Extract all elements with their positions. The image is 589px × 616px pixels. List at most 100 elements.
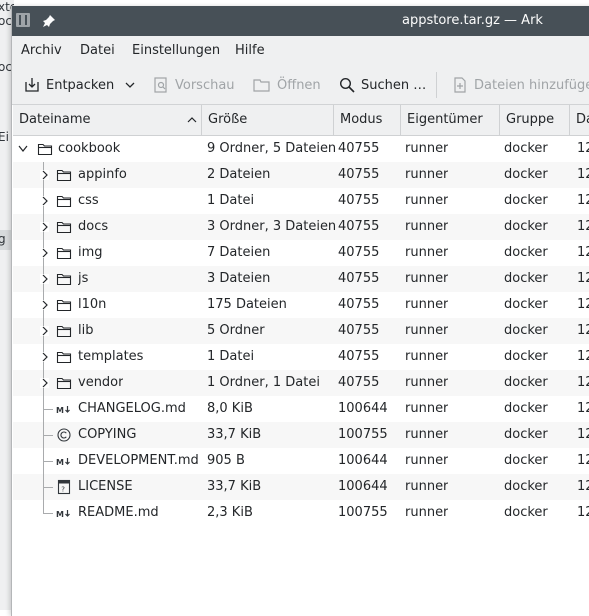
tree-row-docs[interactable]: docs 3 Ordner, 3 Dateien 40755 runner docker…	[13, 214, 589, 240]
toolbar: Entpacken Vorschau Öffnen Suchen … Datei…	[12, 66, 589, 105]
row-group: docker	[504, 297, 548, 312]
row-date: 12	[577, 167, 589, 182]
tree-row-js[interactable]: js 3 Dateien 40755 runner docker 12	[13, 266, 589, 292]
chevron-right-icon[interactable]	[38, 240, 50, 266]
tree-row-templates[interactable]: templates 1 Datei 40755 runner docker 12	[13, 344, 589, 370]
column-header-name[interactable]: Dateiname	[13, 105, 202, 135]
tree-row-vendor[interactable]: vendor 1 Ordner, 1 Datei 40755 runner docker…	[13, 370, 589, 396]
row-mode: 40755	[338, 245, 380, 260]
menu-archiv[interactable]: Archiv	[21, 43, 62, 58]
row-group: docker	[504, 505, 548, 520]
row-group: docker	[504, 427, 548, 442]
tree-row-development-md[interactable]: M DEVELOPMENT.md 905 B 100644 runner docker 12	[13, 448, 589, 474]
tree-row-appinfo[interactable]: appinfo 2 Dateien 40755 runner docker 12	[13, 162, 589, 188]
row-name: CHANGELOG.md	[78, 401, 186, 416]
chevron-down-icon[interactable]	[17, 136, 29, 162]
tree-row-lib[interactable]: lib 5 Ordner 40755 runner docker 12	[13, 318, 589, 344]
row-date: 12	[577, 375, 589, 390]
folder-icon	[56, 377, 72, 390]
open-button[interactable]: Öffnen	[253, 66, 321, 104]
tree-row-license[interactable]: ? LICENSE 33,7 KiB 100644 runner docker 12	[13, 474, 589, 500]
row-size: 7 Dateien	[207, 245, 271, 260]
row-name: vendor	[78, 375, 124, 390]
row-owner: runner	[405, 167, 449, 182]
tree-line	[43, 487, 53, 488]
column-header-size[interactable]: Größe	[202, 105, 334, 135]
search-button[interactable]: Suchen …	[339, 66, 426, 104]
chevron-right-icon[interactable]	[38, 266, 50, 292]
column-header-group-label: Gruppe	[506, 112, 555, 127]
preview-button[interactable]: Vorschau	[153, 66, 235, 104]
row-owner: runner	[405, 375, 449, 390]
row-name: docs	[78, 219, 109, 234]
row-mode: 40755	[338, 297, 380, 312]
menu-datei[interactable]: Datei	[80, 43, 115, 58]
row-group: docker	[504, 349, 548, 364]
tree-row-copying[interactable]: COPYING 33,7 KiB 100755 runner docker 12	[13, 422, 589, 448]
row-mode: 40755	[338, 219, 380, 234]
row-group: docker	[504, 219, 548, 234]
chevron-right-icon[interactable]	[38, 214, 50, 240]
unknown-file-icon: ?	[57, 479, 71, 495]
add-file-icon	[454, 77, 466, 93]
chevron-right-icon[interactable]	[38, 370, 50, 396]
row-date: 12	[577, 219, 589, 234]
row-date: 12	[577, 401, 589, 416]
open-label: Öffnen	[277, 77, 321, 93]
row-name: COPYING	[78, 427, 137, 442]
chevron-right-icon[interactable]	[38, 188, 50, 214]
search-label: Suchen …	[361, 77, 427, 93]
folder-icon	[56, 273, 72, 286]
ark-app-icon[interactable]	[16, 13, 30, 27]
tree-line	[43, 500, 44, 513]
tree-row-root[interactable]: cookbook 9 Ordner, 5 Dateien 40755 runne…	[13, 136, 589, 162]
column-header-owner[interactable]: Eigentümer	[401, 105, 500, 135]
row-group: docker	[504, 479, 548, 494]
tree-line	[43, 409, 53, 410]
row-date: 12	[577, 193, 589, 208]
folder-icon	[56, 221, 72, 234]
archive-tree-view[interactable]: Dateiname Größe Modus Eigentümer Gruppe …	[13, 105, 589, 616]
chevron-right-icon[interactable]	[38, 292, 50, 318]
preview-label: Vorschau	[175, 77, 235, 93]
tree-row-readme-md[interactable]: M README.md 2,3 KiB 100755 runner docker 12	[13, 500, 589, 526]
row-date: 12	[577, 245, 589, 260]
menu-hilfe[interactable]: Hilfe	[235, 43, 265, 58]
row-owner: runner	[405, 453, 449, 468]
row-date: 12	[577, 141, 589, 156]
row-mode: 40755	[338, 349, 380, 364]
tree-line	[43, 435, 53, 436]
extract-button[interactable]: Entpacken	[24, 66, 114, 104]
markdown-icon: M	[56, 458, 70, 467]
extract-menu-button[interactable]	[124, 66, 136, 104]
extract-label: Entpacken	[46, 77, 115, 93]
row-size: 3 Ordner, 3 Dateien	[207, 219, 337, 234]
column-header-date[interactable]: Da	[570, 105, 589, 135]
pin-icon[interactable]	[42, 14, 56, 28]
tree-row-l10n[interactable]: l10n 175 Dateien 40755 runner docker 12	[13, 292, 589, 318]
menu-einstellungen[interactable]: Einstellungen	[132, 43, 220, 58]
chevron-right-icon[interactable]	[38, 162, 50, 188]
tree-row-changelog-md[interactable]: M CHANGELOG.md 8,0 KiB 100644 runner docker 12	[13, 396, 589, 422]
tree-row-css[interactable]: css 1 Datei 40755 runner docker 12	[13, 188, 589, 214]
row-mode: 40755	[338, 141, 380, 156]
row-name: js	[78, 271, 89, 286]
add-files-button[interactable]: Dateien hinzufügen	[452, 66, 589, 104]
row-date: 12	[577, 297, 589, 312]
background-text: Ei	[0, 130, 9, 144]
column-header-mode[interactable]: Modus	[334, 105, 401, 135]
row-name: appinfo	[78, 167, 127, 182]
row-owner: runner	[405, 271, 449, 286]
chevron-right-icon[interactable]	[38, 318, 50, 344]
column-header-group[interactable]: Gruppe	[500, 105, 570, 135]
row-group: docker	[504, 245, 548, 260]
tree-row-img[interactable]: img 7 Dateien 40755 runner docker 12	[13, 240, 589, 266]
copyright-icon	[57, 428, 71, 442]
row-mode: 100755	[338, 505, 388, 520]
title-bar[interactable]: appstore.tar.gz — Ark	[12, 6, 589, 36]
row-mode: 40755	[338, 323, 380, 338]
chevron-right-icon[interactable]	[38, 344, 50, 370]
row-owner: runner	[405, 479, 449, 494]
folder-icon	[56, 351, 72, 364]
row-size: 1 Datei	[207, 193, 255, 208]
